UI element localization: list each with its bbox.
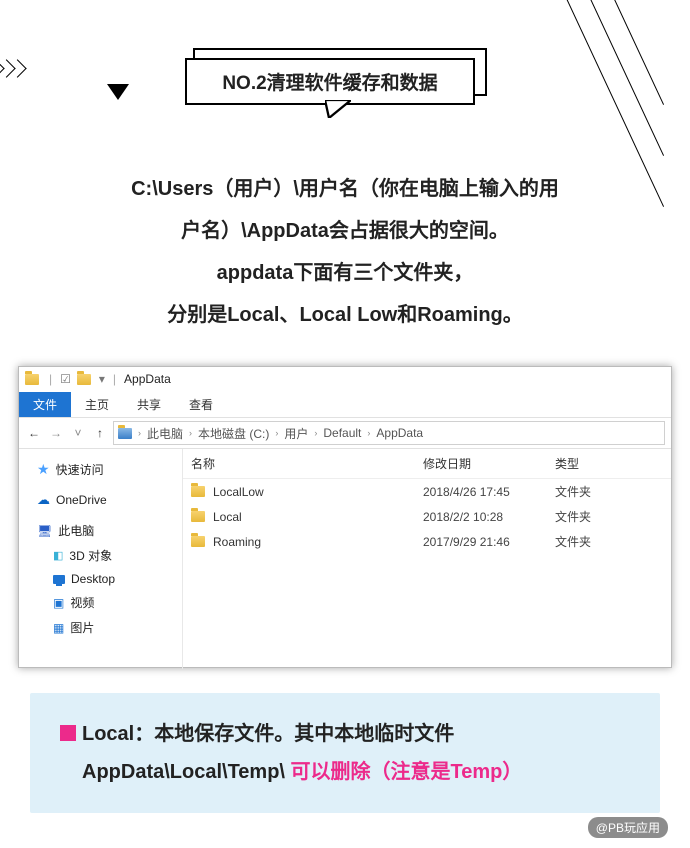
file-name: LocalLow [213, 485, 264, 499]
folder-icon [191, 511, 205, 522]
sidebar-item-label: 图片 [70, 619, 94, 636]
note-body: 本地保存文件。其中本地临时文件 [154, 723, 454, 745]
column-date[interactable]: 修改日期 [423, 455, 555, 472]
tab-view[interactable]: 查看 [175, 392, 227, 417]
note-lead: Local： [82, 723, 154, 745]
pictures-icon: ▦ [53, 621, 64, 635]
titlebar-separator: | [49, 372, 52, 386]
column-headers: 名称 修改日期 类型 [183, 449, 671, 479]
tab-file[interactable]: 文件 [19, 392, 71, 417]
chevron-right-icon: › [187, 428, 194, 438]
down-triangle-icon [107, 84, 129, 100]
speech-tail-icon [325, 100, 351, 118]
intro-text: C:\Users（用户）\用户名（你在电脑上输入的用 户名）\AppData会占… [0, 168, 690, 336]
section-title-text: NO.2清理软件缓存和数据 [185, 58, 475, 105]
pc-icon [118, 428, 132, 439]
table-row[interactable]: LocalLow 2018/4/26 17:45 文件夹 [183, 479, 671, 504]
folder-icon [77, 374, 91, 385]
note-path: AppData\Local\Temp\ [82, 761, 291, 783]
explorer-content: 名称 修改日期 类型 LocalLow 2018/4/26 17:45 文件夹 … [183, 449, 671, 669]
table-row[interactable]: Roaming 2017/9/29 21:46 文件夹 [183, 529, 671, 554]
nav-history-icon[interactable]: ˅ [69, 424, 87, 442]
chevron-right-icon: › [365, 428, 372, 438]
folder-icon [191, 536, 205, 547]
sidebar-item-label: 视频 [70, 594, 94, 611]
decor-diagonal-lines [500, 0, 690, 153]
window-title: AppData [124, 372, 171, 386]
section-title: NO.2清理软件缓存和数据 [185, 58, 475, 105]
address-bar[interactable]: › 此电脑 › 本地磁盘 (C:) › 用户 › Default › AppDa… [113, 421, 665, 445]
tab-home[interactable]: 主页 [71, 392, 123, 417]
sidebar-item-label: 快速访问 [56, 461, 104, 478]
file-type: 文件夹 [555, 533, 671, 550]
sidebar-item-pictures[interactable]: ▦ 图片 [23, 615, 178, 640]
sidebar-item-videos[interactable]: ▣ 视频 [23, 590, 178, 615]
file-type: 文件夹 [555, 483, 671, 500]
explorer-sidebar: ★ 快速访问 ☁ OneDrive 🖥 此电脑 ◧ 3D 对象 [19, 449, 183, 669]
pc-icon: 🖥 [37, 524, 52, 538]
sidebar-item-desktop[interactable]: Desktop [23, 568, 178, 590]
sidebar-item-label: 此电脑 [58, 522, 94, 539]
file-date: 2018/2/2 10:28 [423, 510, 555, 524]
desktop-icon [53, 575, 65, 584]
intro-line: C:\Users（用户）\用户名（你在电脑上输入的用 [0, 168, 690, 210]
file-type: 文件夹 [555, 508, 671, 525]
nav-back-icon[interactable]: ← [25, 424, 43, 442]
column-name[interactable]: 名称 [191, 455, 423, 472]
sidebar-item-onedrive[interactable]: ☁ OneDrive [23, 488, 178, 512]
video-icon: ▣ [53, 596, 64, 610]
file-date: 2017/9/29 21:46 [423, 535, 555, 549]
chevron-right-icon: › [312, 428, 319, 438]
sidebar-item-label: Desktop [71, 572, 115, 586]
column-type[interactable]: 类型 [555, 455, 671, 472]
crumb-thispc[interactable]: 此电脑 [145, 425, 185, 442]
crumb-appdata[interactable]: AppData [374, 426, 425, 440]
sidebar-item-label: 3D 对象 [69, 547, 112, 564]
intro-line: appdata下面有三个文件夹， [0, 252, 690, 294]
star-icon: ★ [37, 461, 50, 478]
window-titlebar[interactable]: | ☑ ▾ | AppData [19, 367, 671, 391]
chevron-right-icon: › [273, 428, 280, 438]
sidebar-item-3d[interactable]: ◧ 3D 对象 [23, 543, 178, 568]
sidebar-item-label: OneDrive [56, 493, 107, 507]
watermark: @PB玩应用 [588, 817, 668, 838]
nav-forward-icon[interactable]: → [47, 424, 65, 442]
titlebar-overflow-icon[interactable]: ▾ [99, 372, 105, 386]
note-highlight: 可以删除（注意是Temp） [291, 761, 523, 783]
cloud-icon: ☁ [37, 492, 50, 508]
intro-line: 分别是Local、Local Low和Roaming。 [0, 294, 690, 336]
crumb-default[interactable]: Default [321, 426, 363, 440]
titlebar-check-icon: ☑ [60, 372, 71, 386]
tab-share[interactable]: 共享 [123, 392, 175, 417]
chevron-right-icon: › [136, 428, 143, 438]
titlebar-separator: | [113, 372, 116, 386]
decor-chevrons [0, 62, 22, 80]
address-toolbar: ← → ˅ ↑ › 此电脑 › 本地磁盘 (C:) › 用户 › Default… [19, 417, 671, 449]
nav-up-icon[interactable]: ↑ [91, 424, 109, 442]
ribbon-tabs: 文件 主页 共享 查看 [19, 391, 671, 417]
crumb-drive[interactable]: 本地磁盘 (C:) [196, 425, 271, 442]
file-name: Roaming [213, 535, 261, 549]
file-date: 2018/4/26 17:45 [423, 485, 555, 499]
bullet-square-icon [60, 725, 76, 741]
crumb-users[interactable]: 用户 [282, 425, 310, 442]
intro-line: 户名）\AppData会占据很大的空间。 [0, 210, 690, 252]
cube-icon: ◧ [53, 549, 63, 562]
sidebar-item-thispc[interactable]: 🖥 此电脑 [23, 518, 178, 543]
folder-icon [25, 374, 39, 385]
folder-icon [191, 486, 205, 497]
file-explorer-window: | ☑ ▾ | AppData 文件 主页 共享 查看 ← → ˅ ↑ › 此电… [18, 366, 672, 668]
note-box: Local：本地保存文件。其中本地临时文件 AppData\Local\Temp… [30, 693, 660, 813]
table-row[interactable]: Local 2018/2/2 10:28 文件夹 [183, 504, 671, 529]
sidebar-item-quick-access[interactable]: ★ 快速访问 [23, 457, 178, 482]
file-name: Local [213, 510, 242, 524]
